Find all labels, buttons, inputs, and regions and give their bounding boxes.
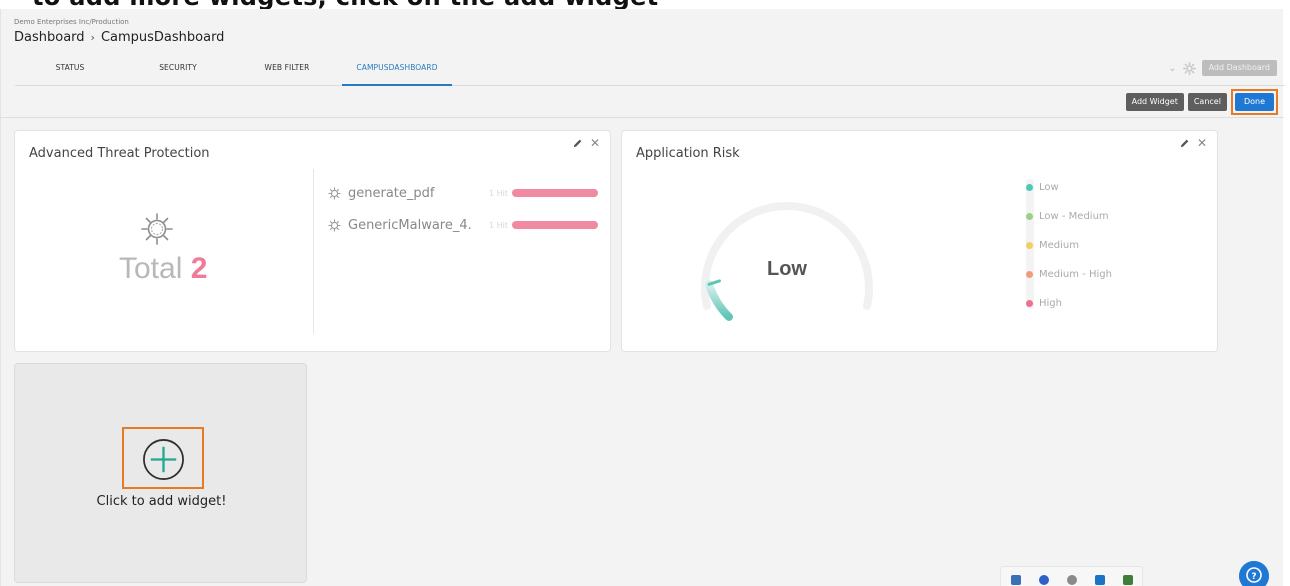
threat-row[interactable]: generate_pdf 1 Hit	[328, 184, 608, 202]
total-value: 2	[190, 252, 208, 285]
hit-bar	[512, 221, 598, 229]
cancel-button[interactable]: Cancel	[1187, 93, 1227, 111]
edit-icon[interactable]	[1179, 138, 1190, 149]
page: to add more widgets, click on the add wi…	[0, 0, 1290, 586]
add-widget-label: Click to add widget!	[96, 494, 227, 509]
done-button[interactable]: Done	[1234, 93, 1274, 111]
instruction-text: to add more widgets, click on the add wi…	[32, 0, 658, 9]
add-dashboard-button[interactable]: Add Dashboard	[1201, 60, 1277, 76]
terminal-icon[interactable]	[1123, 575, 1133, 585]
instruction-banner: to add more widgets, click on the add wi…	[0, 0, 1290, 9]
legend-item-medium[interactable]: Medium	[1026, 238, 1079, 252]
dashboard-tabs: STATUS SECURITY WEB FILTER CAMPUSDASHBOA…	[15, 56, 1285, 86]
legend-dot	[1026, 212, 1033, 220]
application-risk-widget: Application Risk ✕ Low Low Low - Medium …	[621, 130, 1218, 352]
virus-icon	[328, 186, 341, 200]
gauge-fill	[705, 280, 734, 321]
breadcrumb-separator: ›	[90, 31, 95, 44]
system-tray	[1000, 566, 1143, 586]
threat-name: GenericMalware_4.	[348, 217, 472, 233]
network-icon[interactable]	[1067, 575, 1077, 585]
legend-item-low[interactable]: Low	[1026, 180, 1059, 194]
help-circle-icon[interactable]: ?	[1239, 561, 1269, 586]
atp-summary: Total 2	[15, 169, 313, 334]
tab-web-filter[interactable]: WEB FILTER	[247, 56, 327, 86]
app-risk-tools: ✕	[1179, 136, 1207, 150]
app-icon[interactable]	[1039, 575, 1049, 585]
legend-label: Medium - High	[1039, 268, 1112, 280]
divider	[1, 117, 1284, 118]
add-widget-card[interactable]: Click to add widget!	[14, 363, 307, 583]
tab-status[interactable]: STATUS	[30, 56, 110, 86]
atp-widget: Advanced Threat Protection ✕ Total 2 gen…	[14, 130, 611, 352]
risk-gauge: Low	[701, 202, 873, 321]
atp-title: Advanced Threat Protection	[29, 146, 210, 161]
shield-icon[interactable]	[1011, 575, 1021, 585]
breadcrumb-dashboard[interactable]: Dashboard	[14, 30, 85, 45]
legend-item-medium-high[interactable]: Medium - High	[1026, 267, 1112, 281]
svg-text:?: ?	[1251, 572, 1256, 582]
add-widget-button[interactable]: Add Widget	[1125, 93, 1184, 111]
virus-icon	[328, 218, 341, 232]
dashboard-app: Demo Enterprises Inc/Production Dashboar…	[0, 9, 1285, 586]
legend-dot	[1026, 299, 1033, 307]
gear-icon[interactable]	[1182, 61, 1196, 75]
threat-name: generate_pdf	[348, 185, 435, 201]
done-highlight: Done	[1230, 89, 1278, 115]
atp-divider	[313, 169, 314, 334]
app-risk-title: Application Risk	[636, 146, 740, 161]
dashboard-controls: ⌄ Add Dashboard	[1168, 60, 1277, 76]
edit-actions: Add Widget Cancel Done	[1125, 89, 1278, 115]
legend-item-high[interactable]: High	[1026, 296, 1062, 310]
legend-label: Low	[1039, 181, 1059, 193]
legend-label: High	[1039, 297, 1062, 309]
hit-count: 1 Hit	[488, 188, 508, 198]
tab-security[interactable]: SECURITY	[138, 56, 218, 86]
tab-campusdashboard[interactable]: CAMPUSDASHBOARD	[342, 56, 452, 86]
chevron-down-icon[interactable]: ⌄	[1168, 63, 1176, 74]
legend-item-low-medium[interactable]: Low - Medium	[1026, 209, 1109, 223]
atp-tools: ✕	[572, 136, 600, 150]
gauge-value: Low	[767, 258, 807, 280]
hit-count: 1 Hit	[488, 220, 508, 230]
close-icon[interactable]: ✕	[1197, 136, 1207, 150]
breadcrumb: Dashboard › CampusDashboard	[14, 30, 224, 45]
breadcrumb-current: CampusDashboard	[100, 30, 225, 45]
hit-bar	[512, 189, 598, 197]
virus-icon	[141, 213, 173, 245]
outlook-icon[interactable]	[1095, 575, 1105, 585]
legend-dot	[1026, 270, 1033, 278]
plus-circle-icon[interactable]	[141, 437, 186, 482]
legend-dot	[1026, 183, 1033, 191]
threat-total: Total 2	[119, 252, 207, 286]
legend-dot	[1026, 241, 1033, 249]
edit-icon[interactable]	[572, 138, 583, 149]
close-icon[interactable]: ✕	[590, 136, 600, 150]
threat-row[interactable]: GenericMalware_4. 1 Hit	[328, 216, 608, 234]
legend-label: Low - Medium	[1039, 210, 1109, 222]
total-label: Total	[119, 252, 183, 285]
org-path: Demo Enterprises Inc/Production	[14, 18, 129, 26]
legend-label: Medium	[1039, 239, 1079, 251]
gauge-track	[701, 202, 873, 310]
